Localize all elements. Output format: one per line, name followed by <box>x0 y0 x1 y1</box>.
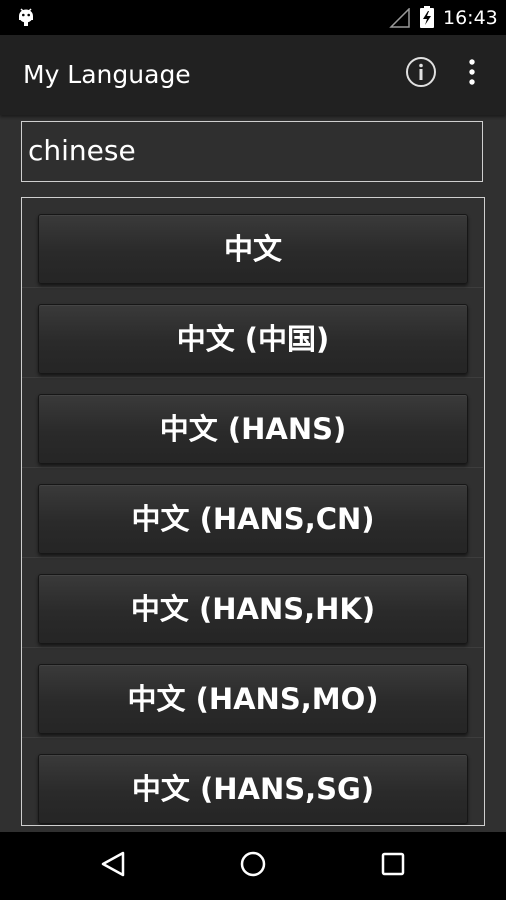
language-button[interactable]: 中文 (HANS) <box>38 394 468 464</box>
recents-icon <box>381 852 405 880</box>
overflow-menu-button[interactable] <box>460 55 484 93</box>
list-item: 中文 (中国) <box>22 288 483 378</box>
language-button[interactable]: 中文 (HANS,HK) <box>38 574 468 644</box>
list-item: 中文 (HANS,SG) <box>22 738 483 825</box>
language-button[interactable]: 中文 <box>38 214 468 284</box>
list-item: 中文 (HANS,HK) <box>22 558 483 648</box>
language-button[interactable]: 中文 (HANS,SG) <box>38 754 468 824</box>
recents-button[interactable] <box>373 846 413 886</box>
app-bar: My Language <box>0 35 506 115</box>
language-button[interactable]: 中文 (中国) <box>38 304 468 374</box>
language-button[interactable]: 中文 (HANS,CN) <box>38 484 468 554</box>
battery-charging-icon <box>420 6 434 28</box>
android-debug-icon <box>16 7 36 29</box>
back-button[interactable] <box>93 846 133 886</box>
home-button[interactable] <box>233 846 273 886</box>
list-item: 中文 (HANS,CN) <box>22 468 483 558</box>
language-list[interactable]: 中文 中文 (中国) 中文 (HANS) 中文 (HANS,CN) 中文 (HA… <box>21 197 485 826</box>
search-input-value: chinese <box>28 134 136 167</box>
status-clock: 16:43 <box>443 7 498 29</box>
navigation-bar <box>0 832 506 900</box>
status-bar: 16:43 <box>0 0 506 35</box>
signal-icon <box>388 7 410 28</box>
app-title: My Language <box>23 60 191 89</box>
list-item: 中文 (HANS) <box>22 378 483 468</box>
list-item: 中文 <box>22 198 483 288</box>
home-icon <box>239 850 267 882</box>
more-vert-icon <box>468 59 476 89</box>
info-button[interactable] <box>402 55 440 93</box>
list-item: 中文 (HANS,MO) <box>22 648 483 738</box>
language-button[interactable]: 中文 (HANS,MO) <box>38 664 468 734</box>
search-input[interactable]: chinese <box>21 121 483 182</box>
info-icon <box>405 56 437 92</box>
back-icon <box>100 850 126 882</box>
screen: 16:43 My Language chinese 中文 中文 (中国) 中文 … <box>0 0 506 900</box>
